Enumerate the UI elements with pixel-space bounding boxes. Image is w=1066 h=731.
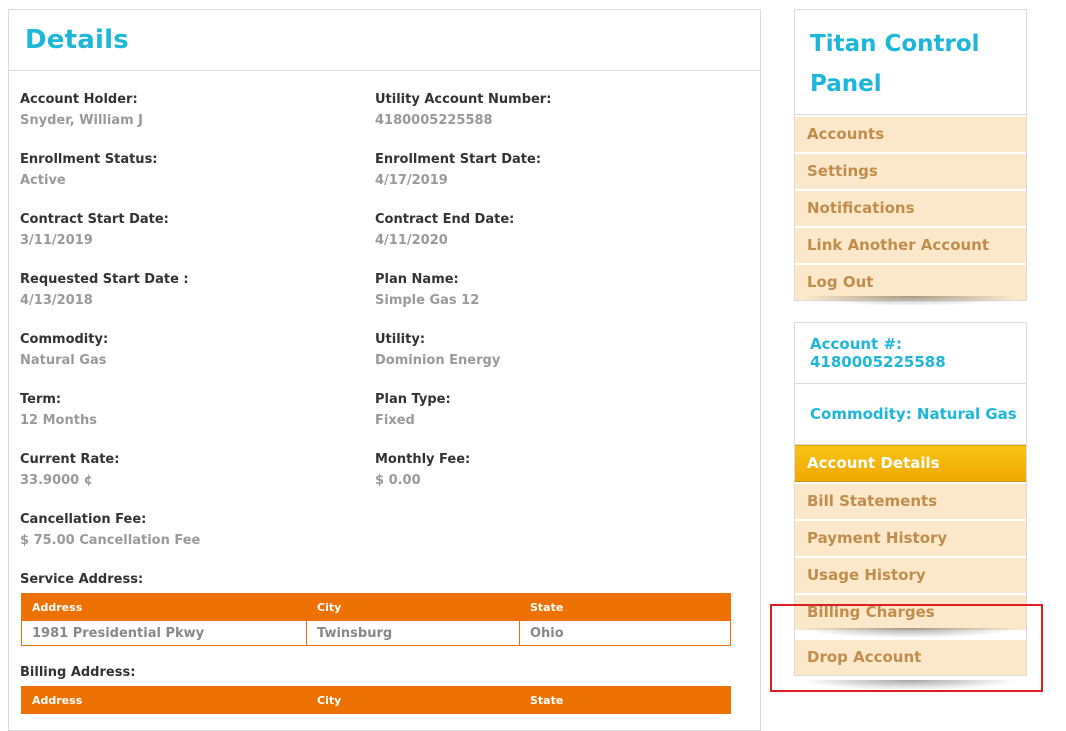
field-value: Fixed bbox=[375, 413, 415, 428]
cell-address: 1981 Presidential Pkwy bbox=[21, 620, 307, 646]
field-value: Natural Gas bbox=[20, 353, 107, 368]
field-label: Contract End Date: bbox=[375, 212, 515, 227]
menu-item-notifications[interactable]: Notifications bbox=[795, 189, 1026, 226]
field-value: Snyder, William J bbox=[20, 113, 144, 128]
panel-shadow bbox=[800, 296, 1019, 306]
account-commodity: Commodity: Natural Gas bbox=[795, 384, 1026, 445]
field-term: Term: 12 Months bbox=[20, 392, 350, 428]
control-panel-title: Titan Control Panel bbox=[795, 10, 1026, 115]
field-plan-type: Plan Type: Fixed bbox=[375, 392, 705, 428]
field-monthly-fee: Monthly Fee: $ 0.00 bbox=[375, 452, 705, 488]
menu-item-accounts[interactable]: Accounts bbox=[795, 115, 1026, 152]
cell-city: Twinsburg bbox=[306, 620, 520, 646]
menu-shadow bbox=[800, 628, 1019, 638]
field-contract-start-date: Contract Start Date: 3/11/2019 bbox=[20, 212, 350, 248]
field-label: Enrollment Start Date: bbox=[375, 152, 542, 167]
field-label: Plan Type: bbox=[375, 392, 451, 407]
field-value: 33.9000 ¢ bbox=[20, 473, 93, 488]
menu-item-bill-statements[interactable]: Bill Statements bbox=[795, 482, 1026, 519]
field-label: Utility Account Number: bbox=[375, 92, 552, 107]
field-contract-end-date: Contract End Date: 4/11/2020 bbox=[375, 212, 705, 248]
table-row: 1981 Presidential Pkwy Twinsburg Ohio bbox=[21, 620, 731, 646]
field-value: Dominion Energy bbox=[375, 353, 501, 368]
field-value: 4/13/2018 bbox=[20, 293, 93, 308]
field-value: Simple Gas 12 bbox=[375, 293, 480, 308]
field-enrollment-status: Enrollment Status: Active bbox=[20, 152, 350, 188]
field-label: Term: bbox=[20, 392, 62, 407]
cell-state: Ohio bbox=[519, 620, 731, 646]
column-header-city: City bbox=[306, 686, 520, 714]
menu-item-billing-charges[interactable]: Billing Charges bbox=[795, 593, 1026, 630]
column-header-state: State bbox=[519, 686, 731, 714]
billing-address-label: Billing Address: bbox=[20, 665, 136, 680]
table-header-row: Address City State bbox=[21, 593, 731, 621]
field-value: 4/17/2019 bbox=[375, 173, 448, 188]
field-account-holder: Account Holder: Snyder, William J bbox=[20, 92, 350, 128]
field-label: Contract Start Date: bbox=[20, 212, 169, 227]
field-value: 3/11/2019 bbox=[20, 233, 93, 248]
field-value: Active bbox=[20, 173, 66, 188]
field-cancellation-fee: Cancellation Fee: $ 75.00 Cancellation F… bbox=[20, 512, 350, 548]
field-label: Plan Name: bbox=[375, 272, 459, 287]
field-value: $ 0.00 bbox=[375, 473, 421, 488]
field-value: 12 Months bbox=[20, 413, 97, 428]
account-panel: Account #: 4180005225588 Commodity: Natu… bbox=[794, 322, 1027, 676]
field-label: Utility: bbox=[375, 332, 426, 347]
control-panel: Titan Control Panel Accounts Settings No… bbox=[794, 9, 1027, 301]
column-header-city: City bbox=[306, 593, 520, 621]
page-title: Details bbox=[25, 25, 129, 55]
column-header-state: State bbox=[519, 593, 731, 621]
field-label: Commodity: bbox=[20, 332, 109, 347]
field-label: Monthly Fee: bbox=[375, 452, 471, 467]
details-header: Details bbox=[9, 10, 760, 71]
column-header-address: Address bbox=[21, 686, 307, 714]
menu-item-usage-history[interactable]: Usage History bbox=[795, 556, 1026, 593]
field-value: $ 75.00 Cancellation Fee bbox=[20, 533, 201, 548]
field-utility-account-number: Utility Account Number: 4180005225588 bbox=[375, 92, 705, 128]
field-enrollment-start-date: Enrollment Start Date: 4/17/2019 bbox=[375, 152, 705, 188]
service-address-label: Service Address: bbox=[20, 572, 144, 587]
field-plan-name: Plan Name: Simple Gas 12 bbox=[375, 272, 705, 308]
account-number: Account #: 4180005225588 bbox=[795, 323, 1026, 384]
field-label: Cancellation Fee: bbox=[20, 512, 147, 527]
field-label: Account Holder: bbox=[20, 92, 138, 107]
menu-item-link-another-account[interactable]: Link Another Account bbox=[795, 226, 1026, 263]
table-header-row: Address City State bbox=[21, 686, 731, 714]
service-address-table: Address City State 1981 Presidential Pkw… bbox=[21, 593, 731, 646]
field-label: Current Rate: bbox=[20, 452, 120, 467]
field-label: Requested Start Date : bbox=[20, 272, 189, 287]
field-value: 4180005225588 bbox=[375, 113, 493, 128]
field-requested-start-date: Requested Start Date : 4/13/2018 bbox=[20, 272, 350, 308]
field-utility: Utility: Dominion Energy bbox=[375, 332, 705, 368]
menu-item-log-out[interactable]: Log Out bbox=[795, 263, 1026, 300]
field-label: Enrollment Status: bbox=[20, 152, 158, 167]
menu-item-account-details[interactable]: Account Details bbox=[795, 445, 1026, 482]
billing-address-table: Address City State bbox=[21, 686, 731, 714]
field-commodity: Commodity: Natural Gas bbox=[20, 332, 350, 368]
menu-item-payment-history[interactable]: Payment History bbox=[795, 519, 1026, 556]
menu-item-settings[interactable]: Settings bbox=[795, 152, 1026, 189]
column-header-address: Address bbox=[21, 593, 307, 621]
panel-shadow bbox=[800, 680, 1019, 690]
field-value: 4/11/2020 bbox=[375, 233, 448, 248]
field-current-rate: Current Rate: 33.9000 ¢ bbox=[20, 452, 350, 488]
menu-item-drop-account[interactable]: Drop Account bbox=[795, 638, 1026, 675]
